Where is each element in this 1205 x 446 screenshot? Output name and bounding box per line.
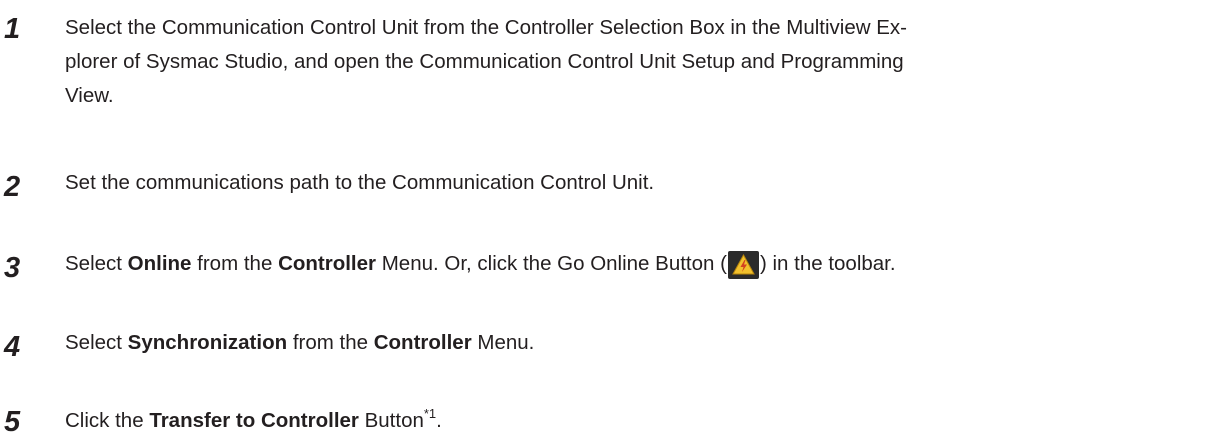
- text-run: from the: [287, 331, 374, 354]
- text-run: Button: [358, 409, 424, 432]
- step-number: 3: [4, 252, 21, 284]
- text-run: Click the: [65, 409, 150, 432]
- step-text: Set the communications path to the Commu…: [65, 166, 1175, 200]
- step-text: Select Synchronization from the Controll…: [65, 326, 1175, 360]
- step-text: Click the Transfer to Controller Button*…: [65, 404, 1175, 438]
- step-text: Select the Communication Control Unit fr…: [65, 11, 1175, 113]
- menu-controller-label: Controller: [373, 331, 472, 354]
- text-run: Select: [65, 331, 128, 354]
- step-number: 1: [4, 13, 21, 45]
- menu-item-synchronization-label: Synchronization: [127, 331, 288, 354]
- text-run: Menu. Or, click the Go Online Button (: [376, 252, 727, 275]
- go-online-icon: [727, 251, 759, 279]
- footnote-marker: *1: [423, 406, 437, 421]
- step-text-line: plorer of Sysmac Studio, and open the Co…: [65, 50, 904, 73]
- step-text-line: Set the communications path to the Commu…: [65, 171, 655, 194]
- transfer-to-controller-label: Transfer to Controller: [149, 409, 359, 432]
- menu-controller-label: Controller: [278, 252, 377, 275]
- step-number: 2: [4, 171, 21, 203]
- text-run: .: [436, 409, 442, 432]
- text-run: Select: [65, 252, 128, 275]
- text-run: from the: [191, 252, 279, 275]
- text-run: Menu.: [471, 331, 535, 354]
- step-number: 5: [4, 406, 21, 438]
- step-text: Select Online from the Controller Menu. …: [65, 247, 1175, 281]
- menu-item-online-label: Online: [127, 252, 192, 275]
- step-number: 4: [4, 331, 21, 363]
- text-run: ) in the toolbar.: [759, 252, 896, 275]
- step-text-line: Select the Communication Control Unit fr…: [65, 16, 907, 39]
- step-text-line: View.: [65, 84, 114, 107]
